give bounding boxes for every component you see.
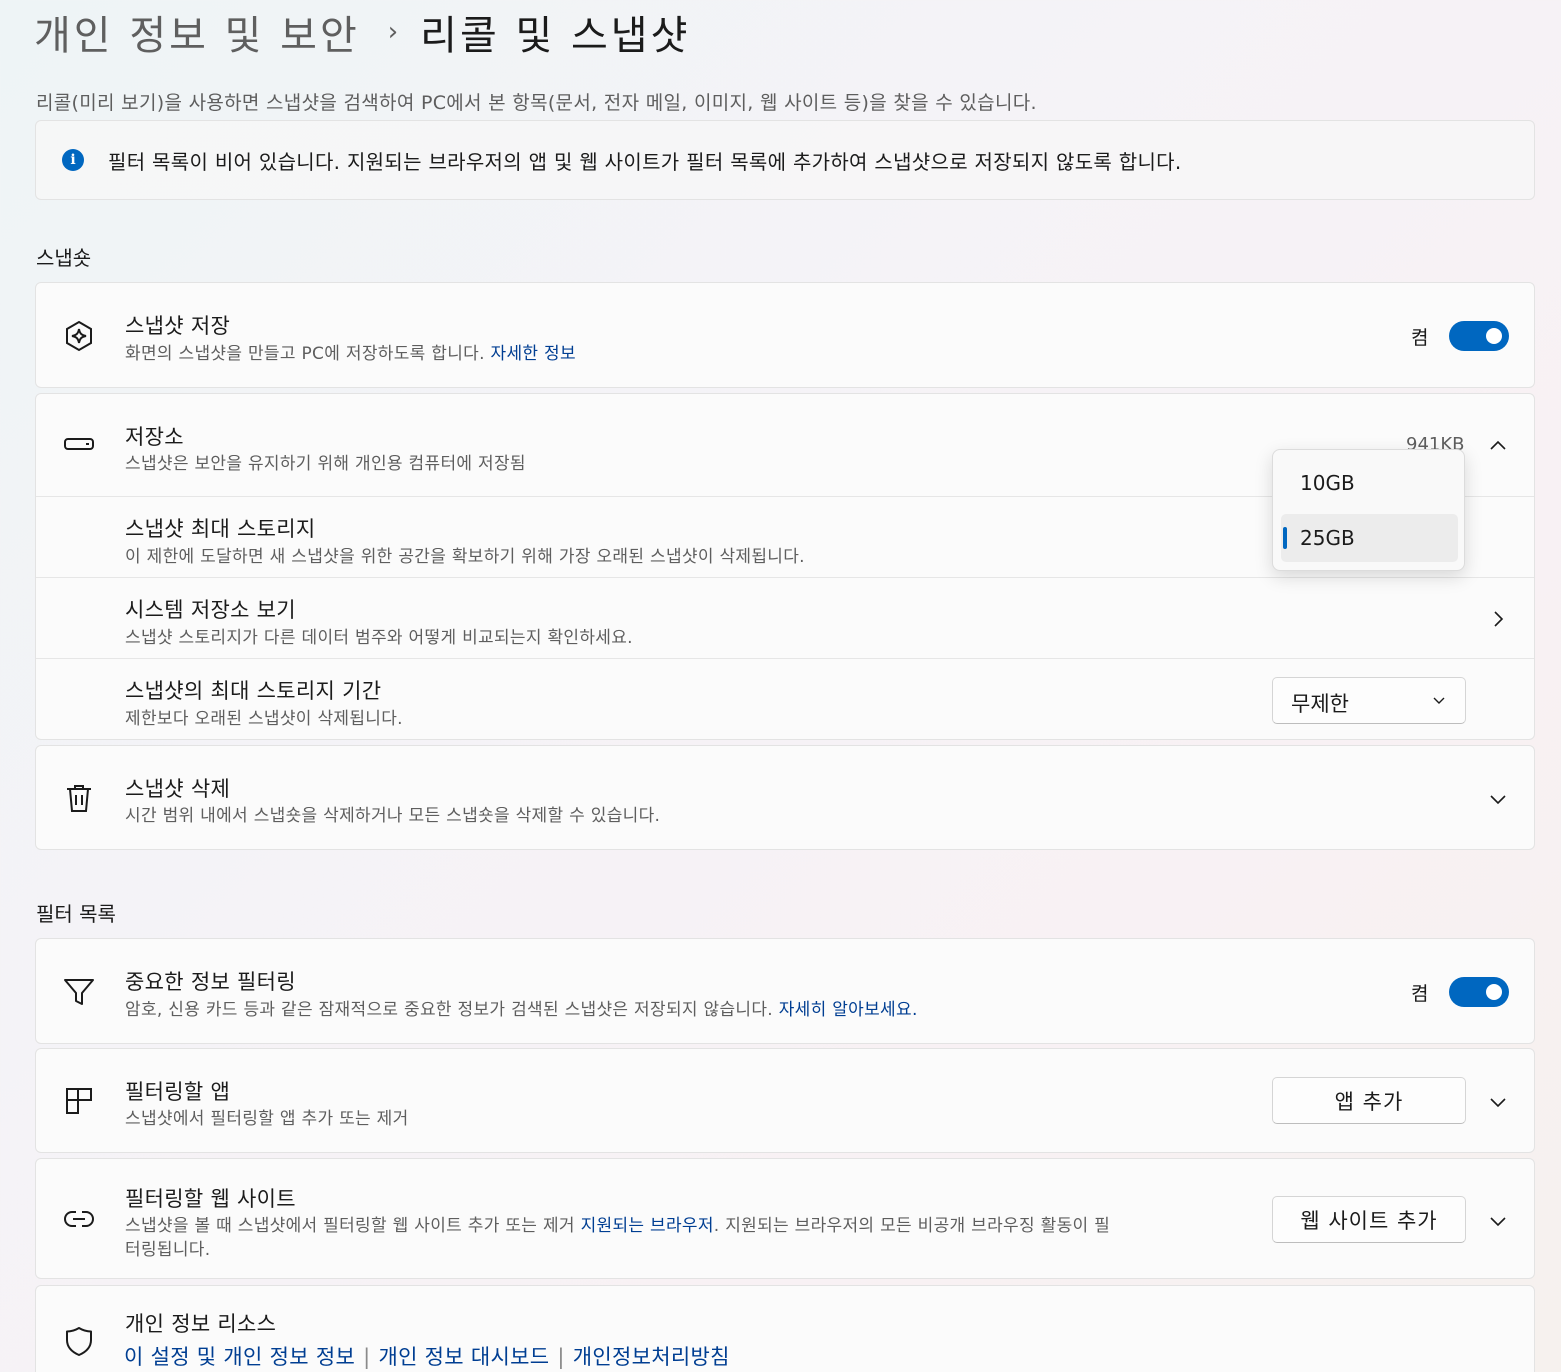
filter-apps-card[interactable]: 필터링할 앱 스냅샷에서 필터링할 앱 추가 또는 제거 앱 추가 [35, 1048, 1535, 1153]
info-bar: i 필터 목록이 비어 있습니다. 지원되는 브라우저의 앱 및 웹 사이트가 … [35, 120, 1535, 200]
breadcrumb: 개인 정보 및 보안 › 리콜 및 스냅샷 [34, 4, 690, 60]
max-duration-dropdown[interactable]: 무제한 [1272, 677, 1466, 724]
storage-subtitle: 스냅샷은 보안을 유지하기 위해 개인용 컴퓨터에 저장됨 [125, 454, 526, 474]
storage-drive-icon [62, 427, 96, 461]
max-storage-title: 스냅샷 최대 스토리지 [125, 517, 316, 541]
privacy-dashboard-link[interactable]: 개인 정보 대시보드 [378, 1345, 549, 1369]
chevron-right-icon [1486, 607, 1510, 631]
filter-websites-title: 필터링할 웹 사이트 [125, 1187, 296, 1211]
breadcrumb-parent[interactable]: 개인 정보 및 보안 [34, 3, 360, 61]
section-title-filter: 필터 목록 [36, 902, 116, 926]
filter-apps-subtitle: 스냅샷에서 필터링할 앱 추가 또는 제거 [125, 1109, 409, 1129]
max-duration-subtitle: 제한보다 오래된 스냅샷이 삭제됩니다. [125, 709, 403, 729]
chevron-down-icon[interactable] [1486, 1209, 1510, 1233]
save-snapshots-subtitle: 화면의 스냅샷을 만들고 PC에 저장하도록 합니다. 자세한 정보 [125, 339, 576, 364]
section-title-snapshots: 스냅숏 [36, 246, 92, 270]
privacy-settings-info-link[interactable]: 이 설정 및 개인 정보 정보 [124, 1345, 355, 1369]
storage-title: 저장소 [125, 425, 184, 449]
chevron-down-icon[interactable] [1486, 1090, 1510, 1114]
max-storage-option-10gb[interactable]: 10GB [1281, 459, 1458, 507]
sensitive-filter-title: 중요한 정보 필터링 [125, 970, 296, 994]
chevron-down-icon [1431, 692, 1447, 712]
delete-snapshots-card[interactable]: 스냅샷 삭제 시간 범위 내에서 스냅숏을 삭제하거나 모든 스냅숏을 삭제할 … [35, 745, 1535, 850]
learn-more-link[interactable]: 자세히 알아보세요. [779, 1000, 918, 1020]
chevron-down-icon[interactable] [1486, 787, 1510, 811]
system-storage-title: 시스템 저장소 보기 [125, 598, 296, 622]
privacy-links: 이 설정 및 개인 정보 정보 | 개인 정보 대시보드 | 개인정보처리방침 [124, 1341, 730, 1371]
sensitive-filter-toggle-label: 켬 [1411, 983, 1429, 1005]
info-bar-text: 필터 목록이 비어 있습니다. 지원되는 브라우저의 앱 및 웹 사이트가 필터… [108, 149, 1182, 174]
selection-indicator [1283, 527, 1287, 549]
save-snapshots-toggle[interactable] [1449, 321, 1509, 351]
filter-icon [62, 975, 96, 1009]
sensitive-filter-subtitle-text: 암호, 신용 카드 등과 같은 잠재적으로 중요한 정보가 검색된 스냅샷은 저… [125, 1000, 773, 1020]
privacy-resources-title: 개인 정보 리소스 [125, 1312, 277, 1336]
toggle-knob [1486, 984, 1502, 1000]
toggle-knob [1486, 328, 1502, 344]
add-website-button[interactable]: 웹 사이트 추가 [1272, 1196, 1466, 1243]
link-divider: | [557, 1345, 565, 1369]
breadcrumb-separator: › [387, 17, 399, 47]
option-label: 10GB [1300, 471, 1355, 495]
save-snapshots-subtitle-text: 화면의 스냅샷을 만들고 PC에 저장하도록 합니다. [125, 344, 485, 364]
max-storage-option-25gb[interactable]: 25GB [1281, 514, 1458, 562]
learn-more-link[interactable]: 자세한 정보 [491, 344, 576, 364]
add-app-button[interactable]: 앱 추가 [1272, 1077, 1466, 1124]
link-icon [62, 1202, 96, 1236]
info-icon: i [62, 149, 84, 171]
sensitive-filter-toggle[interactable] [1449, 977, 1509, 1007]
system-storage-subtitle: 스냅샷 스토리지가 다른 데이터 범주와 어떻게 비교되는지 확인하세요. [125, 628, 633, 648]
option-label: 25GB [1300, 526, 1355, 550]
save-snapshots-card: 스냅샷 저장 화면의 스냅샷을 만들고 PC에 저장하도록 합니다. 자세한 정… [35, 282, 1535, 388]
sensitive-filter-subtitle: 암호, 신용 카드 등과 같은 잠재적으로 중요한 정보가 검색된 스냅샷은 저… [125, 995, 918, 1020]
subtitle-part: . 지원되는 브라우저의 모든 비공개 브라우징 활동이 필 [713, 1216, 1111, 1236]
page-title: 리콜 및 스냅샷 [420, 13, 691, 59]
max-duration-value: 무제한 [1291, 692, 1349, 716]
supported-browsers-link[interactable]: 지원되는 브라우저 [581, 1216, 714, 1236]
delete-snapshots-title: 스냅샷 삭제 [125, 777, 231, 801]
filter-websites-subtitle: 스냅샷을 볼 때 스냅샷에서 필터링할 웹 사이트 추가 또는 제거 지원되는 … [125, 1211, 1110, 1236]
page-description: 리콜(미리 보기)을 사용하면 스냅샷을 검색하여 PC에서 본 항목(문서, … [36, 92, 1037, 114]
subtitle-part: 스냅샷을 볼 때 스냅샷에서 필터링할 웹 사이트 추가 또는 제거 [125, 1216, 575, 1236]
max-storage-subtitle: 이 제한에 도달하면 새 스냅샷을 위한 공간을 확보하기 위해 가장 오래된 … [125, 547, 805, 567]
apps-icon [62, 1084, 96, 1118]
max-duration-title: 스냅샷의 최대 스토리지 기간 [125, 679, 382, 703]
snapshot-sparkle-icon [62, 319, 96, 353]
privacy-policy-link[interactable]: 개인정보처리방침 [573, 1345, 730, 1369]
max-storage-options-popup: 10GB 25GB [1272, 449, 1465, 571]
filter-websites-subtitle-line2: 터링됩니다. [125, 1240, 211, 1260]
trash-icon [62, 781, 96, 815]
max-duration-row: 스냅샷의 최대 스토리지 기간 제한보다 오래된 스냅샷이 삭제됩니다. 무제한 [36, 658, 1534, 741]
system-storage-row[interactable]: 시스템 저장소 보기 스냅샷 스토리지가 다른 데이터 범주와 어떻게 비교되는… [36, 577, 1534, 658]
filter-websites-card[interactable]: 필터링할 웹 사이트 스냅샷을 볼 때 스냅샷에서 필터링할 웹 사이트 추가 … [35, 1158, 1535, 1279]
filter-apps-title: 필터링할 앱 [125, 1080, 231, 1104]
sensitive-filter-card: 중요한 정보 필터링 암호, 신용 카드 등과 같은 잠재적으로 중요한 정보가… [35, 938, 1535, 1044]
save-snapshots-title: 스냅샷 저장 [125, 314, 231, 338]
shield-icon [62, 1324, 96, 1358]
save-snapshots-toggle-label: 켬 [1411, 327, 1429, 349]
delete-snapshots-subtitle: 시간 범위 내에서 스냅숏을 삭제하거나 모든 스냅숏을 삭제할 수 있습니다. [125, 806, 661, 826]
link-divider: | [363, 1345, 371, 1369]
chevron-up-icon[interactable] [1486, 434, 1510, 458]
